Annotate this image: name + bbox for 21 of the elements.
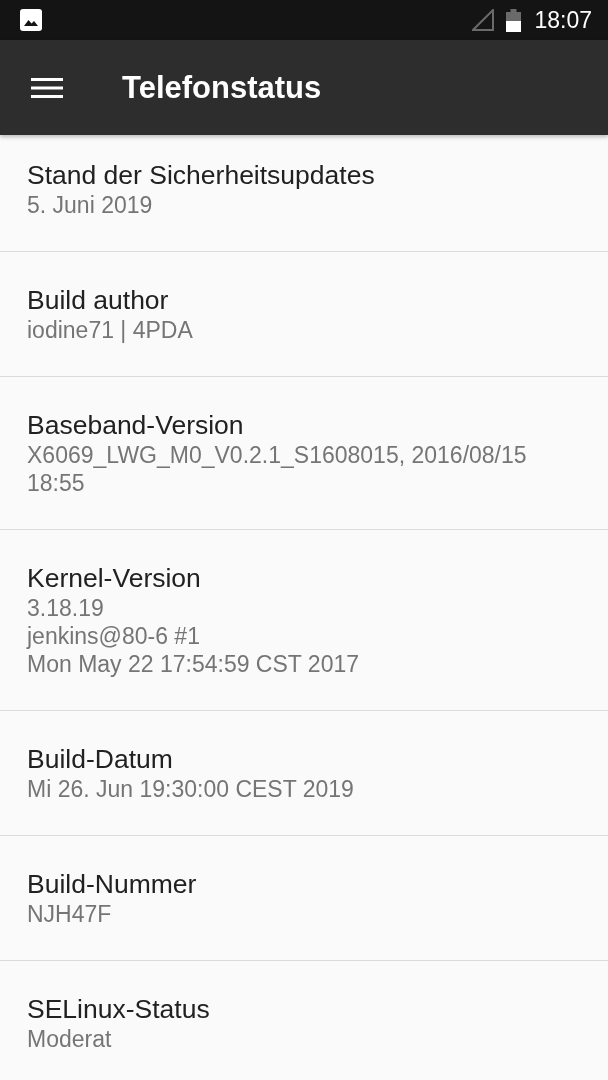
setting-title: Build author — [27, 284, 170, 316]
signal-icon — [472, 9, 495, 31]
setting-value: 3.18.19 jenkins@80-6 #1 Mon May 22 17:54:59 CST 2017 — [27, 594, 360, 678]
setting-value: Moderat — [27, 1025, 113, 1053]
setting-value: Mi 26. Jun 19:30:00 CEST 2019 — [27, 775, 355, 803]
setting-title: Baseband-Version — [27, 409, 245, 441]
setting-value: iodine71 | 4PDA — [27, 316, 194, 344]
menu-icon — [31, 77, 63, 98]
setting-value: NJH47F — [27, 900, 113, 928]
setting-value: 5. Juni 2019 — [27, 191, 154, 219]
clock-time: 18:07 — [534, 8, 592, 32]
image-notification-icon — [20, 9, 42, 31]
setting-value: X6069_LWG_M0_V0.2.1_S1608015, 2016/08/15 18:55 — [27, 441, 528, 497]
setting-title: Build-Datum — [27, 743, 174, 775]
battery-icon — [506, 8, 522, 32]
menu-button[interactable] — [31, 77, 63, 98]
setting-title: Build-Nummer — [27, 868, 198, 900]
page-title: Telefonstatus — [122, 72, 322, 103]
setting-title: Kernel-Version — [27, 562, 202, 594]
setting-title: Stand der Sicherheitsupdates — [27, 159, 376, 191]
setting-title: SELinux-Status — [27, 993, 211, 1025]
